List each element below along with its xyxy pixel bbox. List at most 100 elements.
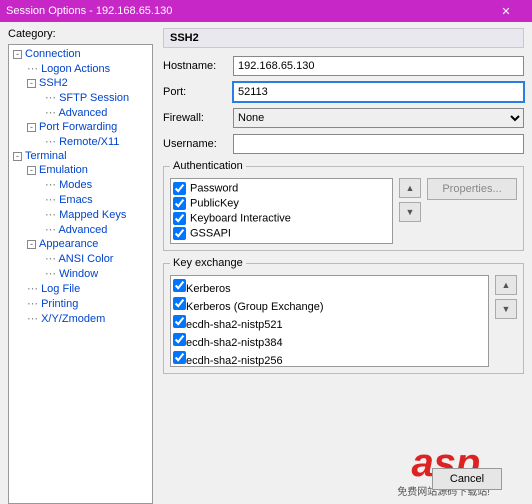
tree-label[interactable]: Window xyxy=(59,268,98,280)
tree-label[interactable]: Logon Actions xyxy=(41,63,110,75)
tree-label[interactable]: Advanced xyxy=(58,224,107,236)
auth-checkbox[interactable] xyxy=(173,227,186,240)
tree-item[interactable]: ⋯ Remote/X11 xyxy=(9,134,152,149)
expand-icon[interactable]: - xyxy=(13,50,22,59)
firewall-label: Firewall: xyxy=(163,112,233,124)
tree-label[interactable]: Emulation xyxy=(39,164,88,176)
expand-icon[interactable]: - xyxy=(27,240,36,249)
tree-item[interactable]: ⋯ Printing xyxy=(9,296,152,311)
auth-move-down-button[interactable]: ▼ xyxy=(399,202,421,222)
tree-label[interactable]: Advanced xyxy=(58,107,107,119)
tree-dots: ⋯ xyxy=(45,107,58,119)
tree-dots: ⋯ xyxy=(27,63,41,75)
hostname-label: Hostname: xyxy=(163,60,233,72)
kex-list[interactable]: KerberosKerberos (Group Exchange)ecdh-sh… xyxy=(170,275,489,367)
tree-dots: ⋯ xyxy=(45,209,59,221)
auth-item[interactable]: Password xyxy=(173,181,390,196)
tree-label[interactable]: Log File xyxy=(41,283,80,295)
tree-item[interactable]: ⋯ SFTP Session xyxy=(9,90,152,105)
authentication-group: Authentication PasswordPublicKeyKeyboard… xyxy=(163,160,524,251)
tree-label[interactable]: SSH2 xyxy=(39,77,68,89)
tree-label[interactable]: Mapped Keys xyxy=(59,209,126,221)
auth-list[interactable]: PasswordPublicKeyKeyboard InteractiveGSS… xyxy=(170,178,393,244)
tree-item[interactable]: -Emulation xyxy=(9,163,152,177)
kex-checkbox[interactable] xyxy=(173,351,186,364)
kex-move-up-button[interactable]: ▲ xyxy=(495,275,517,295)
auth-item[interactable]: PublicKey xyxy=(173,196,390,211)
tree-item[interactable]: -Appearance xyxy=(9,237,152,251)
tree-item[interactable]: -Connection xyxy=(9,47,152,61)
tree-item[interactable]: ⋯ Window xyxy=(9,266,152,281)
auth-checkbox[interactable] xyxy=(173,212,186,225)
tree-item[interactable]: ⋯ Mapped Keys xyxy=(9,207,152,222)
tree-dots: ⋯ xyxy=(45,253,58,265)
kex-item[interactable]: Kerberos xyxy=(173,278,486,296)
auth-checkbox[interactable] xyxy=(173,182,186,195)
tree-dots: ⋯ xyxy=(45,194,59,206)
tree-label[interactable]: X/Y/Zmodem xyxy=(41,313,105,325)
auth-item[interactable]: Keyboard Interactive xyxy=(173,211,390,226)
tree-item[interactable]: ⋯ Logon Actions xyxy=(9,61,152,76)
tree-item[interactable]: ⋯ Log File xyxy=(9,281,152,296)
expand-icon[interactable]: - xyxy=(27,166,36,175)
tree-dots: ⋯ xyxy=(27,313,41,325)
tree-label[interactable]: Terminal xyxy=(25,150,67,162)
hostname-input[interactable] xyxy=(233,56,524,76)
tree-item[interactable]: ⋯ Emacs xyxy=(9,192,152,207)
auth-checkbox[interactable] xyxy=(173,197,186,210)
window-title: Session Options - 192.168.65.130 xyxy=(6,5,172,17)
key-exchange-group: Key exchange KerberosKerberos (Group Exc… xyxy=(163,257,524,374)
kex-checkbox[interactable] xyxy=(173,279,186,292)
username-input[interactable] xyxy=(233,134,524,154)
auth-legend: Authentication xyxy=(170,160,246,172)
tree-item[interactable]: -Port Forwarding xyxy=(9,120,152,134)
category-tree[interactable]: -Connection⋯ Logon Actions-SSH2⋯ SFTP Se… xyxy=(8,44,153,504)
tree-item[interactable]: ⋯ Modes xyxy=(9,177,152,192)
kex-item[interactable]: ecdh-sha2-nistp384 xyxy=(173,332,486,350)
tree-item[interactable]: -Terminal xyxy=(9,149,152,163)
port-input[interactable] xyxy=(233,82,524,102)
tree-label[interactable]: Modes xyxy=(59,179,92,191)
tree-dots: ⋯ xyxy=(45,268,59,280)
expand-icon[interactable]: - xyxy=(13,152,22,161)
expand-icon[interactable]: - xyxy=(27,123,36,132)
kex-item[interactable]: Kerberos (Group Exchange) xyxy=(173,296,486,314)
tree-dots: ⋯ xyxy=(45,224,58,236)
kex-item[interactable]: ecdh-sha2-nistp256 xyxy=(173,350,486,367)
tree-dots: ⋯ xyxy=(27,283,41,295)
kex-checkbox[interactable] xyxy=(173,333,186,346)
cancel-button[interactable]: Cancel xyxy=(432,468,502,490)
tree-label[interactable]: Remote/X11 xyxy=(59,136,119,148)
titlebar: Session Options - 192.168.65.130 ✕ xyxy=(0,0,532,22)
tree-dots: ⋯ xyxy=(45,179,59,191)
kex-checkbox[interactable] xyxy=(173,297,186,310)
tree-dots: ⋯ xyxy=(27,298,41,310)
section-header: SSH2 xyxy=(163,28,524,48)
close-icon[interactable]: ✕ xyxy=(486,5,526,18)
tree-label[interactable]: Connection xyxy=(25,48,81,60)
tree-label[interactable]: Printing xyxy=(41,298,78,310)
tree-item[interactable]: -SSH2 xyxy=(9,76,152,90)
kex-legend: Key exchange xyxy=(170,257,246,269)
expand-icon[interactable]: - xyxy=(27,79,36,88)
tree-dots: ⋯ xyxy=(45,136,59,148)
firewall-select[interactable]: None xyxy=(233,108,524,128)
tree-label[interactable]: SFTP Session xyxy=(59,92,129,104)
tree-label[interactable]: Emacs xyxy=(59,194,93,206)
username-label: Username: xyxy=(163,138,233,150)
tree-item[interactable]: ⋯ Advanced xyxy=(9,222,152,237)
tree-item[interactable]: ⋯ ANSI Color xyxy=(9,251,152,266)
tree-label[interactable]: Port Forwarding xyxy=(39,121,117,133)
tree-label[interactable]: Appearance xyxy=(39,238,98,250)
tree-item[interactable]: ⋯ Advanced xyxy=(9,105,152,120)
auth-item[interactable]: GSSAPI xyxy=(173,226,390,241)
kex-move-down-button[interactable]: ▼ xyxy=(495,299,517,319)
category-label: Category: xyxy=(8,28,153,40)
tree-item[interactable]: ⋯ X/Y/Zmodem xyxy=(9,311,152,326)
tree-dots: ⋯ xyxy=(45,92,59,104)
auth-move-up-button[interactable]: ▲ xyxy=(399,178,421,198)
kex-item[interactable]: ecdh-sha2-nistp521 xyxy=(173,314,486,332)
properties-button[interactable]: Properties... xyxy=(427,178,517,200)
tree-label[interactable]: ANSI Color xyxy=(58,253,113,265)
kex-checkbox[interactable] xyxy=(173,315,186,328)
